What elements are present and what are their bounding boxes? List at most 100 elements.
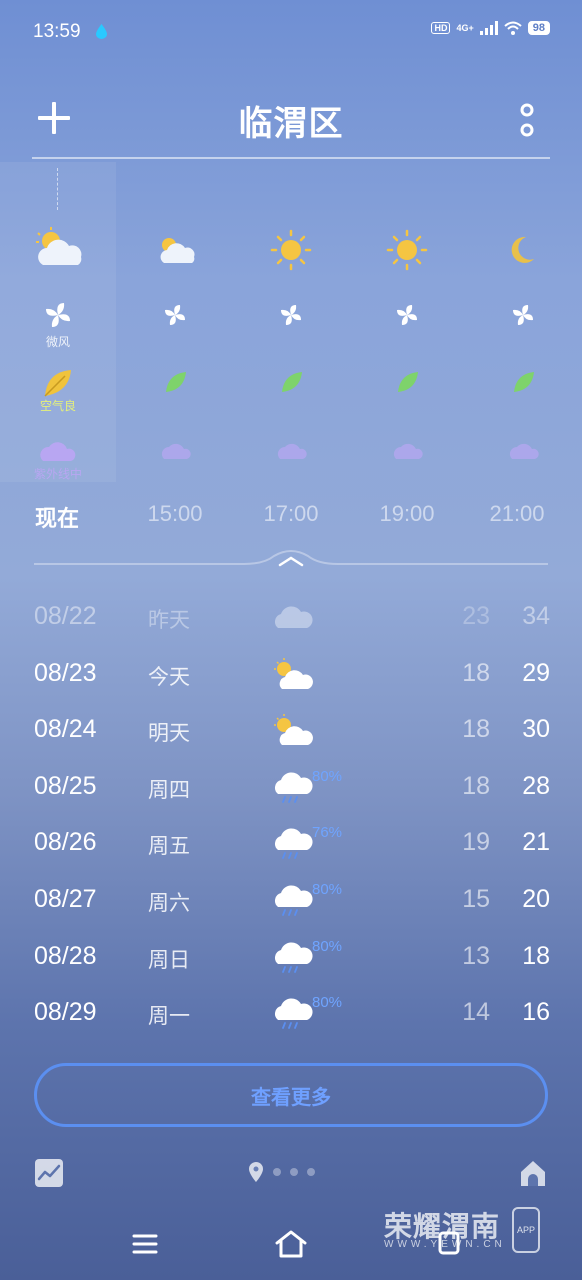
battery-icon: 98 <box>527 21 550 35</box>
high-temp: 21 <box>522 828 550 856</box>
daily-row[interactable]: 08/23 今天 18 29 <box>0 645 582 701</box>
precip-chance: 80% <box>312 938 343 955</box>
partly-cloudy-icon <box>160 238 195 263</box>
daily-row[interactable]: 08/22 昨天 23 34 <box>0 588 582 644</box>
day-date: 08/23 <box>34 659 97 687</box>
daily-row[interactable]: 08/24 明天 18 30 <box>0 701 582 757</box>
air-quality-label: 空气良 <box>39 399 76 413</box>
daily-row[interactable]: 08/28 周日 80% 13 18 <box>0 928 582 984</box>
high-temp: 16 <box>522 998 550 1026</box>
hourly-item[interactable]: 19:00 <box>362 225 452 535</box>
sun-icon <box>270 229 312 271</box>
partly-cloudy-icon <box>274 658 313 689</box>
precip-chance: 80% <box>312 768 343 785</box>
home-nav-icon[interactable] <box>274 1229 308 1259</box>
current-time-marker <box>57 168 58 210</box>
hourly-item[interactable]: 17:00 <box>246 225 336 535</box>
day-name: 周日 <box>148 949 190 972</box>
wind-icon <box>513 305 533 325</box>
hourly-item[interactable]: 21:00 <box>478 225 568 535</box>
daily-row[interactable]: 08/25 周四 80% 18 28 <box>0 758 582 814</box>
leaf-icon <box>282 372 302 392</box>
low-temp: 14 <box>462 998 490 1026</box>
precip-chance: 80% <box>312 994 343 1011</box>
day-name: 昨天 <box>148 609 190 632</box>
chevron-up-icon[interactable] <box>276 554 306 568</box>
clock: 13:59 <box>33 21 81 42</box>
day-name: 周四 <box>148 779 190 802</box>
daily-row[interactable]: 08/29 周一 80% 14 16 <box>0 984 582 1040</box>
sun-icon <box>386 229 428 271</box>
more-options-icon[interactable] <box>514 100 540 140</box>
hour-label: 21:00 <box>489 501 545 526</box>
hour-label: 15:00 <box>147 501 203 526</box>
low-temp: 18 <box>462 715 490 743</box>
low-temp: 18 <box>462 772 490 800</box>
view-more-button[interactable]: 查看更多 <box>34 1063 548 1127</box>
high-temp: 20 <box>522 885 550 913</box>
hourly-item[interactable]: 15:00 <box>130 225 220 535</box>
daily-row[interactable]: 08/27 周六 80% 15 20 <box>0 871 582 927</box>
watermark-url: WWW.YEWN.CN <box>384 1239 506 1250</box>
cloud-icon <box>274 606 313 628</box>
uv-icon <box>277 443 307 459</box>
hourly-item-now[interactable]: 微风 空气良 紫外线中 现在 <box>13 225 103 535</box>
day-date: 08/29 <box>34 998 97 1026</box>
uv-icon <box>393 443 423 459</box>
high-temp: 28 <box>522 772 550 800</box>
status-bar: 13:59 HD 4G+ 98 <box>0 0 582 62</box>
page-indicator <box>248 1162 315 1182</box>
high-temp: 18 <box>522 942 550 970</box>
rain-icon <box>274 998 313 1029</box>
hd-icon: HD <box>431 22 451 34</box>
day-date: 08/28 <box>34 942 97 970</box>
precip-chance: 76% <box>312 824 343 841</box>
watermark-app-icon: APP <box>512 1207 540 1253</box>
day-date: 08/25 <box>34 772 97 800</box>
low-temp: 18 <box>462 659 490 687</box>
partly-cloudy-icon <box>274 714 313 745</box>
low-temp: 23 <box>462 602 490 630</box>
day-name: 周六 <box>148 892 190 915</box>
leaf-icon <box>514 372 534 392</box>
rain-icon <box>274 772 313 803</box>
status-icons: HD 4G+ 98 <box>431 21 550 35</box>
page-dot <box>290 1168 298 1176</box>
page-dot <box>307 1168 315 1176</box>
low-temp: 13 <box>462 942 490 970</box>
day-date: 08/27 <box>34 885 97 913</box>
partly-cloudy-icon <box>36 227 82 265</box>
city-title[interactable]: 临渭区 <box>0 96 582 145</box>
wifi-icon <box>504 21 522 35</box>
home-icon[interactable] <box>518 1158 548 1188</box>
moon-icon <box>511 236 534 263</box>
watermark-logo: 荣耀渭南 WWW.YEWN.CN APP <box>384 1205 544 1257</box>
trend-chart-icon[interactable] <box>34 1158 64 1188</box>
header: 临渭区 <box>0 90 582 150</box>
low-temp: 19 <box>462 828 490 856</box>
high-temp: 29 <box>522 659 550 687</box>
bottom-toolbar <box>0 1150 582 1200</box>
day-date: 08/24 <box>34 715 97 743</box>
hour-label: 17:00 <box>263 501 319 526</box>
rain-icon <box>274 828 313 859</box>
day-date: 08/26 <box>34 828 97 856</box>
rain-icon <box>274 885 313 916</box>
daily-row[interactable]: 08/26 周五 76% 19 21 <box>0 814 582 870</box>
wind-icon <box>281 305 301 325</box>
day-date: 08/22 <box>34 602 97 630</box>
page-dot <box>273 1168 281 1176</box>
day-name: 周一 <box>148 1005 190 1028</box>
wind-icon <box>165 305 185 325</box>
uv-icon <box>40 442 76 461</box>
signal-icon <box>479 21 498 35</box>
network-label: 4G+ <box>456 23 474 33</box>
uv-icon <box>509 443 539 459</box>
day-name: 明天 <box>148 722 190 745</box>
location-pin-icon <box>249 1162 263 1182</box>
low-temp: 15 <box>462 885 490 913</box>
day-name: 周五 <box>148 835 190 858</box>
leaf-icon <box>44 370 71 397</box>
menu-icon[interactable] <box>130 1231 160 1257</box>
uv-icon <box>161 443 191 459</box>
